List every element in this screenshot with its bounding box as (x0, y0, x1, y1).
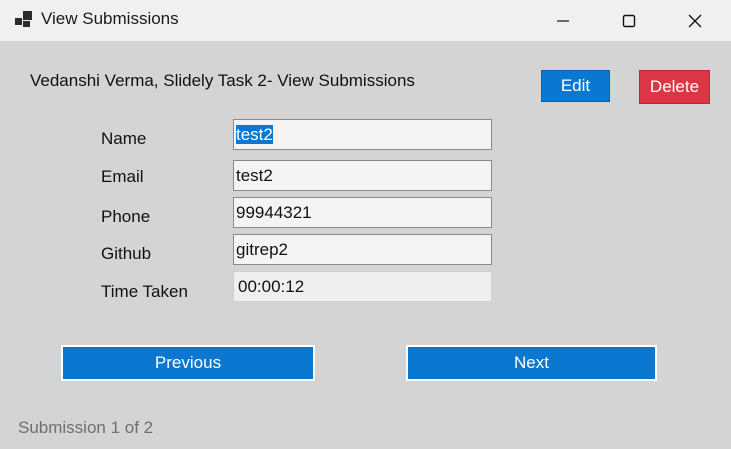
github-field[interactable]: gitrep2 (233, 234, 492, 265)
edit-button[interactable]: Edit (541, 70, 610, 102)
maximize-icon (622, 14, 636, 27)
close-icon (688, 14, 702, 27)
minimize-icon (557, 19, 569, 22)
form-header: Vedanshi Verma, Slidely Task 2- View Sub… (30, 71, 415, 90)
time-taken-field: 00:00:12 (233, 271, 492, 302)
minimize-button[interactable] (540, 0, 586, 41)
name-field[interactable]: test2 (233, 119, 492, 150)
app-window: View Submissions Vedanshi Verma, Slidely… (0, 0, 731, 449)
delete-button[interactable]: Delete (639, 70, 710, 104)
window-title: View Submissions (41, 9, 179, 28)
maximize-button[interactable] (606, 0, 652, 41)
app-icon (15, 11, 33, 27)
submission-counter: Submission 1 of 2 (18, 418, 154, 437)
time-taken-label: Time Taken (101, 282, 188, 301)
next-button[interactable]: Next (406, 345, 657, 381)
github-label: Github (101, 244, 152, 263)
close-button[interactable] (672, 0, 718, 41)
name-label: Name (101, 129, 147, 148)
phone-label: Phone (101, 207, 151, 226)
email-label: Email (101, 167, 144, 186)
email-field[interactable]: test2 (233, 160, 492, 191)
title-bar: View Submissions (0, 0, 731, 41)
previous-button[interactable]: Previous (61, 345, 315, 381)
name-value: test2 (236, 125, 273, 144)
phone-field[interactable]: 99944321 (233, 197, 492, 228)
